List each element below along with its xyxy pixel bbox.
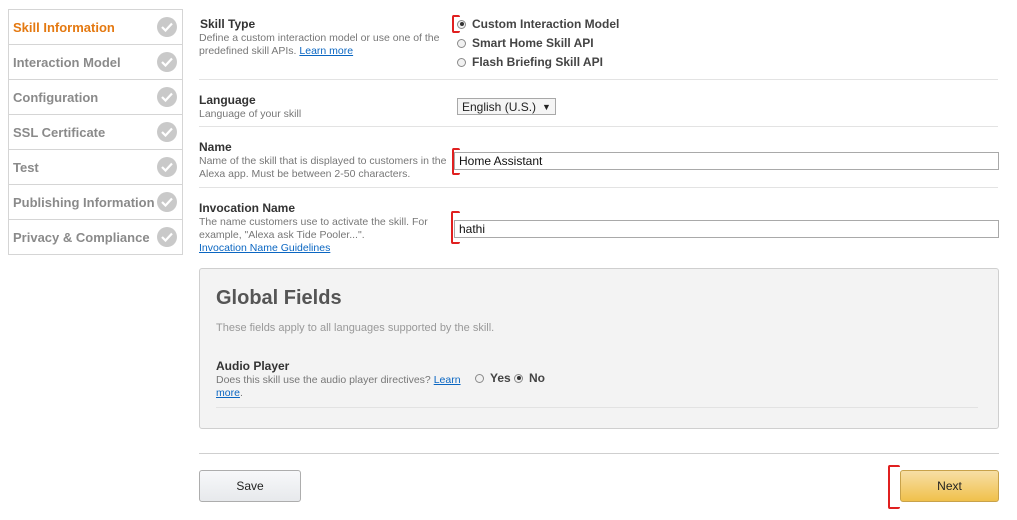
divider (216, 407, 978, 408)
name-desc-line2: Alexa app. Must be between 2-50 characte… (199, 168, 411, 180)
sidebar-item-label: Configuration (13, 89, 99, 105)
sidebar-item-label: Skill Information (13, 19, 115, 35)
sidebar-item-ssl-certificate[interactable]: SSL Certificate (9, 115, 182, 150)
sidebar-item-privacy-compliance[interactable]: Privacy & Compliance (9, 220, 182, 255)
sidebar-item-label: Privacy & Compliance (13, 229, 150, 245)
radio-button[interactable] (514, 373, 523, 383)
skill-type-description: Define a custom interaction model or use… (199, 32, 439, 58)
radio-smart-home-skill-api[interactable]: Smart Home Skill API (457, 36, 594, 50)
radio-label: No (529, 371, 545, 385)
radio-button[interactable] (457, 57, 466, 67)
radio-custom-interaction-model[interactable]: Custom Interaction Model (457, 17, 619, 31)
checkmark-icon (157, 87, 177, 107)
sidebar-item-label: SSL Certificate (13, 124, 106, 140)
global-fields-title: Global Fields (216, 287, 342, 309)
sidebar-item-interaction-model[interactable]: Interaction Model (9, 45, 182, 80)
radio-button[interactable] (475, 373, 484, 383)
radio-audio-player-yes[interactable]: Yes (475, 371, 511, 385)
sidebar-item-label: Test (13, 159, 39, 175)
annotation-bracket (888, 465, 900, 509)
name-desc-line1: Name of the skill that is displayed to c… (199, 155, 447, 167)
checkmark-icon (157, 192, 177, 212)
radio-label: Flash Briefing Skill API (472, 55, 603, 69)
sidebar-item-label: Publishing Information (13, 194, 155, 210)
invocation-name-input[interactable] (454, 220, 999, 238)
next-button[interactable]: Next (900, 470, 999, 502)
skill-type-desc-line2: predefined skill APIs. (199, 45, 297, 57)
invocation-desc-line1: The name customers use to activate the s… (199, 216, 428, 228)
radio-label: Custom Interaction Model (472, 17, 620, 31)
checkmark-icon (157, 157, 177, 177)
audio-player-learn-link[interactable]: Learn (434, 374, 461, 386)
skill-name-input[interactable] (454, 152, 999, 170)
radio-audio-player-no[interactable]: No (514, 371, 545, 385)
radio-flash-briefing-skill-api[interactable]: Flash Briefing Skill API (457, 55, 603, 69)
radio-label: Yes (490, 371, 511, 385)
name-title: Name (199, 140, 232, 154)
invocation-desc-line2: example, "Alexa ask Tide Pooler...". (199, 229, 365, 241)
invocation-name-guidelines-link[interactable]: Invocation Name Guidelines (199, 242, 330, 254)
radio-button[interactable] (457, 38, 466, 48)
language-description: Language of your skill (199, 108, 302, 120)
radio-button[interactable] (457, 19, 466, 29)
checkmark-icon (157, 227, 177, 247)
save-button[interactable]: Save (199, 470, 301, 502)
language-selected-value: English (U.S.) (462, 99, 537, 114)
audio-player-description: Does this skill use the audio player dir… (216, 374, 461, 399)
divider (199, 453, 999, 454)
audio-player-more-link[interactable]: more (216, 387, 240, 399)
skill-type-learn-more-link[interactable]: Learn more (299, 45, 353, 57)
audio-player-title: Audio Player (216, 359, 290, 373)
global-fields-subtitle: These fields apply to all languages supp… (216, 322, 495, 334)
invocation-name-title: Invocation Name (199, 201, 296, 215)
language-select[interactable]: English (U.S.) ▼ (457, 98, 556, 115)
divider (199, 187, 998, 188)
divider (199, 126, 998, 127)
sidebar-nav: Skill Information Interaction Model Conf… (8, 9, 183, 255)
checkmark-icon (157, 52, 177, 72)
skill-type-desc-line1: Define a custom interaction model or use… (199, 32, 440, 44)
name-description: Name of the skill that is displayed to c… (199, 155, 446, 181)
radio-label: Smart Home Skill API (472, 36, 594, 50)
sidebar-item-skill-information[interactable]: Skill Information (9, 10, 182, 45)
sidebar-item-configuration[interactable]: Configuration (9, 80, 182, 115)
sidebar-item-test[interactable]: Test (9, 150, 182, 185)
skill-type-title: Skill Type (200, 17, 256, 31)
divider (199, 79, 998, 80)
invocation-name-description: The name customers use to activate the s… (199, 216, 428, 255)
checkmark-icon (157, 122, 177, 142)
sidebar-item-publishing-information[interactable]: Publishing Information (9, 185, 182, 220)
global-fields-panel: Global Fields These fields apply to all … (199, 268, 999, 429)
dropdown-caret-icon: ▼ (542, 101, 551, 112)
audio-player-desc: Does this skill use the audio player dir… (216, 374, 431, 386)
language-title: Language (199, 93, 256, 107)
sidebar-item-label: Interaction Model (13, 54, 121, 70)
checkmark-icon (157, 17, 177, 37)
